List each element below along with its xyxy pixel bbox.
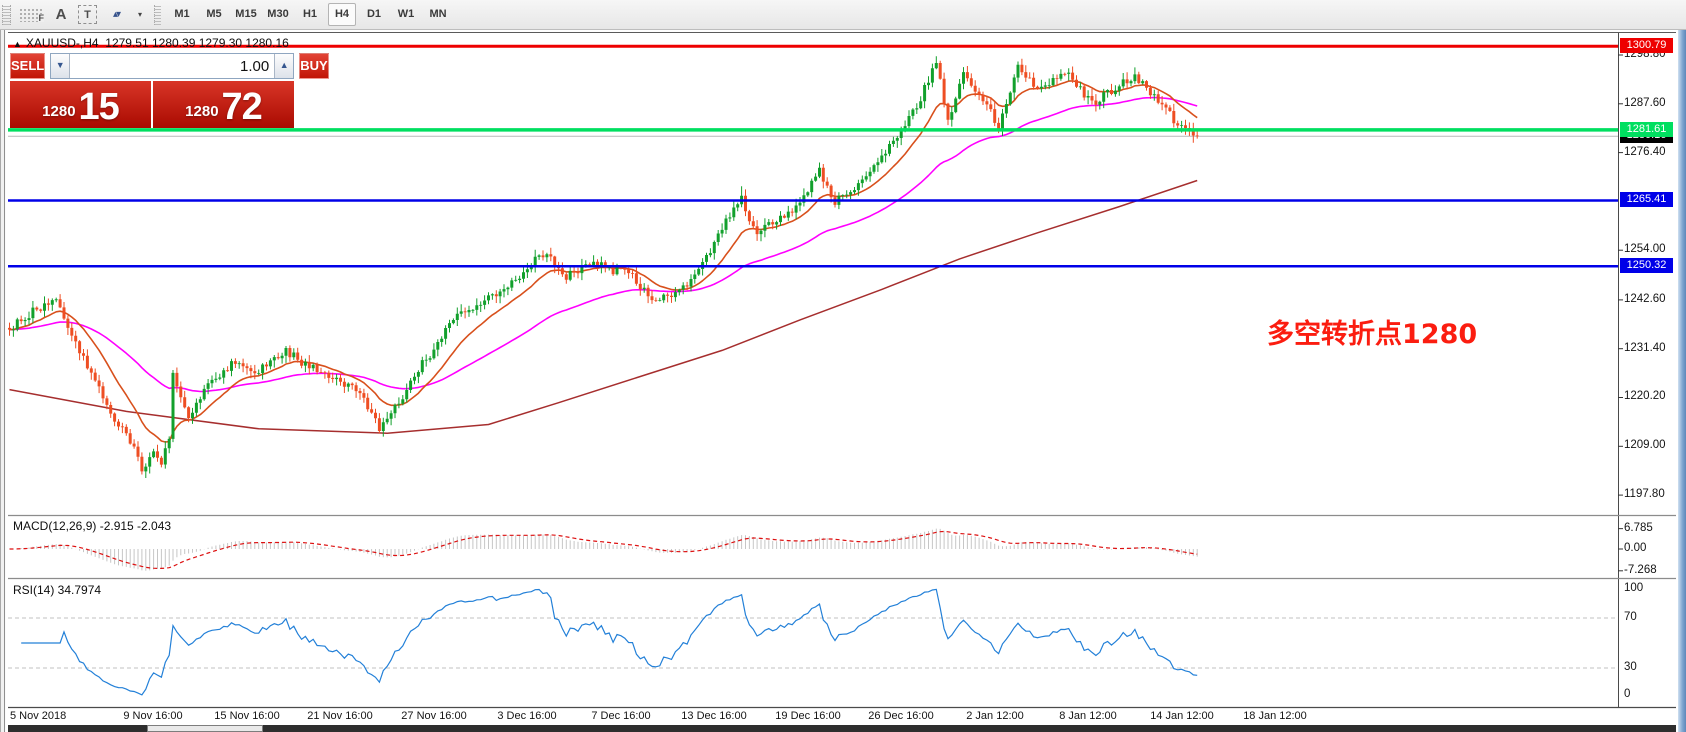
sell-quote[interactable]: 1280 15 <box>10 81 151 128</box>
buy-button[interactable]: BUY <box>299 53 328 79</box>
timeframe-button-M1[interactable]: M1 <box>168 3 196 26</box>
mid-ma-line <box>10 98 1198 392</box>
timeframe-bar: M1M5M15M30H1H4D1W1MN <box>166 3 454 26</box>
mt4-terminal: F A T ▴▾ ▾ M1M5M15M30H1H4D1W1MN 1298.801… <box>0 0 1686 732</box>
sell-quote-pips: 15 <box>79 89 119 125</box>
ohlc-values: 1279.51 1280.39 1279.30 1280.16 <box>105 36 289 50</box>
one-click-trading-panel: SELL ▼ ▲ BUY 1280 15 1280 72 <box>10 53 294 128</box>
text-label-icon[interactable]: T <box>78 5 97 24</box>
objects-icon[interactable]: ▴▾ <box>105 4 127 26</box>
timeframe-button-H4[interactable]: H4 <box>328 3 356 26</box>
timeframe-button-D1[interactable]: D1 <box>360 3 388 26</box>
macd-signal-line <box>10 532 1198 569</box>
sell-quote-base: 1280 <box>42 99 75 125</box>
volume-increase-button[interactable]: ▲ <box>274 54 293 78</box>
chart-title: ▲ XAUUSD-,H4 1279.51 1280.39 1279.30 1280… <box>13 36 289 50</box>
symbol-marker-icon: ▲ <box>13 39 22 49</box>
toolbar-separator <box>154 5 161 25</box>
volume-decrease-button[interactable]: ▼ <box>51 54 70 78</box>
macd-indicator-label: MACD(12,26,9) -2.915 -2.043 <box>13 519 171 533</box>
rsi-line <box>21 589 1197 695</box>
macd-pane <box>10 529 1198 571</box>
timeframe-button-MN[interactable]: MN <box>424 3 452 26</box>
toolbar-grip[interactable] <box>2 5 11 25</box>
font-icon[interactable]: A <box>52 4 70 26</box>
buy-quote-pips: 72 <box>222 89 262 125</box>
window-left-border <box>0 30 8 732</box>
horizontal-scrollbar[interactable] <box>8 725 1676 732</box>
timeframe-button-M30[interactable]: M30 <box>264 3 292 26</box>
symbol-period-label: XAUUSD-,H4 <box>26 36 99 50</box>
timeframe-button-M5[interactable]: M5 <box>200 3 228 26</box>
buy-quote-base: 1280 <box>185 99 218 125</box>
buy-quote[interactable]: 1280 72 <box>153 81 294 128</box>
scrollbar-thumb[interactable] <box>147 725 263 732</box>
toolbar: F A T ▴▾ ▾ M1M5M15M30H1H4D1W1MN <box>0 0 1686 30</box>
slow-ma-line <box>10 181 1198 434</box>
window-right-border <box>1678 30 1686 732</box>
indicator-grid-icon[interactable]: F <box>18 8 44 22</box>
volume-input[interactable] <box>70 54 274 78</box>
sell-button[interactable]: SELL <box>10 53 45 79</box>
timeframe-button-W1[interactable]: W1 <box>392 3 420 26</box>
rsi-indicator-label: RSI(14) 34.7974 <box>13 583 101 597</box>
timeframe-button-M15[interactable]: M15 <box>232 3 260 26</box>
dropdown-caret-icon[interactable]: ▾ <box>135 4 145 26</box>
macd-histogram <box>10 529 1198 571</box>
timeframe-button-H1[interactable]: H1 <box>296 3 324 26</box>
chart-annotation-text: 多空转折点1280 <box>1267 312 1477 351</box>
